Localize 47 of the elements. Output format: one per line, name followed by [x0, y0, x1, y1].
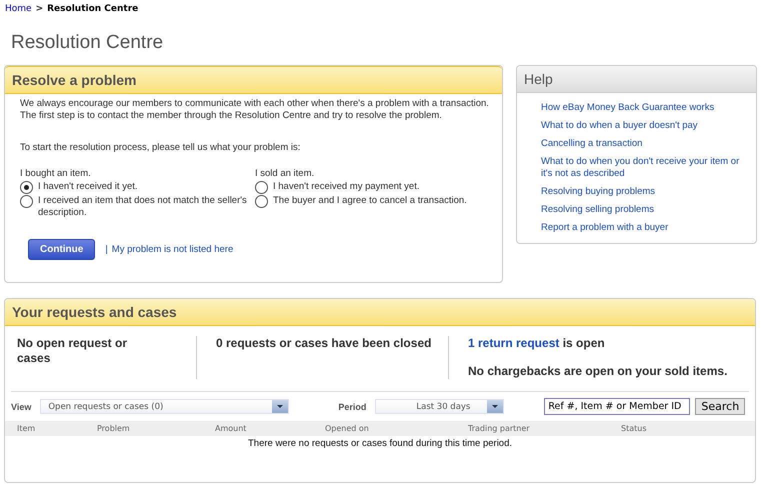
- column-header: Item: [17, 424, 36, 433]
- column-header: Status: [621, 424, 648, 433]
- radio-button[interactable]: [20, 195, 33, 208]
- dropdown[interactable]: Last 30 days: [375, 399, 504, 414]
- help-link[interactable]: What to do when you don't receive your item or it's not as described: [541, 156, 746, 180]
- radio-button[interactable]: [255, 181, 268, 194]
- prompt-text: To start the resolution process, please tell us what your problem is:: [20, 142, 302, 153]
- dropdown[interactable]: Open requests or cases (0): [40, 399, 290, 414]
- page-title: Resolution Centre: [11, 32, 164, 55]
- summary-text: 1 return request is open: [468, 336, 606, 351]
- column-header: Trading partner: [468, 424, 531, 433]
- group-heading: I bought an item.: [20, 168, 92, 179]
- search-field[interactable]: Ref #, Item # or Member ID: [544, 398, 690, 415]
- column-header: Amount: [215, 424, 248, 433]
- radio-label[interactable]: I received an item that does not match the seller's description.: [38, 195, 255, 219]
- empty-message: There were no requests or cases found during this time period.: [246, 437, 514, 451]
- not-listed-link[interactable]: My problem is not listed here: [112, 244, 234, 255]
- radio-button[interactable]: [20, 181, 33, 194]
- panel-header: Your requests and cases: [5, 299, 755, 326]
- link-separator: |: [105, 244, 108, 255]
- filter-label: View: [11, 402, 32, 412]
- help-link[interactable]: Cancelling a transaction: [541, 138, 746, 150]
- radio-button[interactable]: [255, 195, 268, 208]
- radio-label[interactable]: I haven't received my payment yet.: [273, 181, 420, 193]
- column-header: Problem: [97, 424, 131, 433]
- return-request-link[interactable]: 1 return request: [468, 336, 560, 350]
- help-link[interactable]: Resolving selling problems: [541, 204, 746, 216]
- help-link[interactable]: Report a problem with a buyer: [541, 222, 746, 234]
- panel-header: Resolve a problem: [5, 66, 502, 94]
- filter-label: Period: [338, 402, 366, 412]
- radio-label[interactable]: I haven't received it yet.: [38, 181, 138, 193]
- column-header: Opened on: [325, 424, 370, 433]
- radio-label[interactable]: The buyer and I agree to cancel a transaction.: [273, 195, 467, 207]
- breadcrumb-current: Resolution Centre: [47, 4, 138, 14]
- group-heading: I sold an item.: [255, 168, 316, 179]
- panel-header: Help: [517, 66, 756, 93]
- search-button[interactable]: Search: [695, 398, 746, 415]
- help-link[interactable]: Resolving buying problems: [541, 186, 746, 198]
- help-link[interactable]: What to do when a buyer doesn't pay: [541, 120, 746, 132]
- continue-button[interactable]: Continue: [28, 239, 96, 260]
- summary-text: No chargebacks are open on your sold items.: [468, 364, 728, 379]
- summary-text: No open request or cases: [17, 336, 128, 366]
- help-link[interactable]: How eBay Money Back Guarantee works: [541, 102, 746, 114]
- breadcrumb-link[interactable]: Home: [5, 4, 32, 14]
- intro-text: We always encourage our members to communicate with each other when there's a problem with a transaction. The first step is to contact the member through the Resolution Centre and try to resolve the problem.: [20, 98, 490, 122]
- summary-text: 0 requests or cases have been closed: [216, 336, 432, 351]
- breadcrumb-separator: >: [36, 4, 44, 14]
